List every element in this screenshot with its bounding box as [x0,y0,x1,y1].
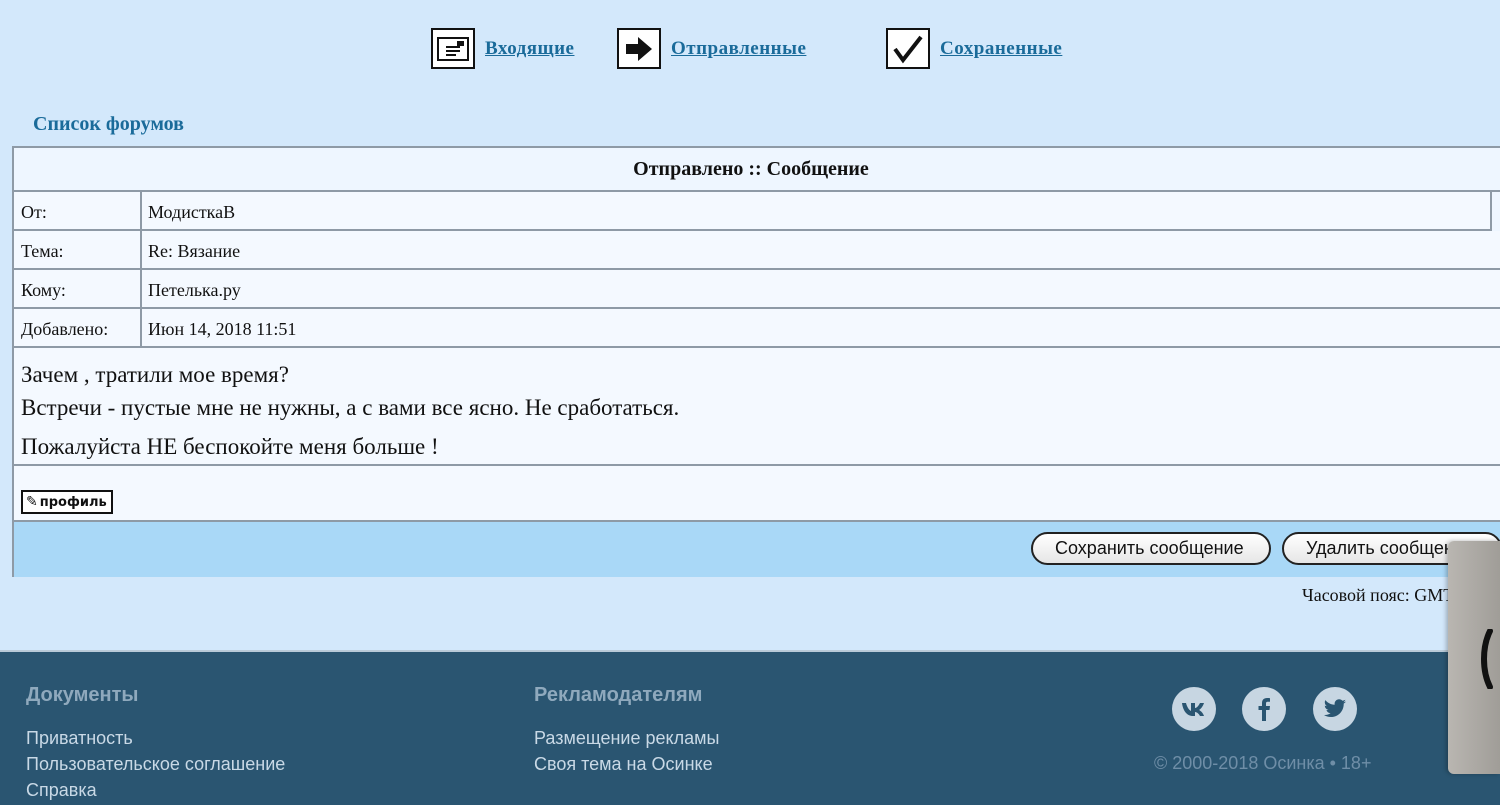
date-value: Июн 14, 2018 11:51 [148,319,297,339]
facebook-icon[interactable] [1242,687,1286,731]
nav-saved[interactable]: Сохраненные [886,28,1062,69]
nav-inbox[interactable]: Входящие [431,28,574,69]
site-footer: Документы Приватность Пользовательское с… [0,652,1500,805]
field-label: Тема: [14,231,142,268]
field-label: Добавлено: [14,309,142,346]
footer-advertisers: Рекламодателям Размещение рекламы Своя т… [534,684,719,777]
field-row-to: Кому: Петелька.ру [14,270,1500,309]
field-label: От: [14,192,142,229]
vk-icon[interactable] [1172,687,1216,731]
user-agreement-link[interactable]: Пользовательское соглашение [26,751,285,777]
message-line: Встречи - пустые мне не нужны, а с вами … [21,395,680,420]
sender-name: МодисткаВ [148,202,236,222]
field-row-date: Добавлено: Июн 14, 2018 11:51 [14,309,1500,348]
subject-value: Re: Вязание [148,241,241,261]
footer-heading: Документы [26,684,139,706]
message-header: Отправлено :: Сообщение [14,148,1500,192]
side-panel-handle[interactable] [1448,541,1500,774]
message-line: Пожалуйста НЕ беспокойте меня больше ! [21,434,439,459]
folder-navigation: Входящие Отправленные Сохраненные [0,28,1500,70]
action-bar: Сохранить сообщение Удалить сообщение [14,522,1500,577]
timezone-text: Часовой пояс: GMT [1302,585,1455,605]
help-link[interactable]: Справка [26,777,285,803]
chevron-left-icon [1481,629,1493,689]
nav-sent[interactable]: Отправленные [617,28,806,69]
own-topic-link[interactable]: Своя тема на Осинке [534,751,719,777]
field-row-from: От: МодисткаВ [14,192,1492,231]
checkmark-icon[interactable] [886,28,930,69]
profile-button[interactable]: ✎ профиль [21,490,113,514]
message-panel: Отправлено :: Сообщение От: МодисткаВ Те… [12,146,1500,577]
twitter-icon[interactable] [1313,687,1357,731]
forum-list-link[interactable]: Список форумов [33,113,184,136]
privacy-link[interactable]: Приватность [26,725,285,751]
message-body: Зачем , тратили мое время? Встречи - пус… [14,348,1500,466]
ad-placement-link[interactable]: Размещение рекламы [534,725,719,751]
save-message-button[interactable]: Сохранить сообщение [1031,532,1271,565]
nav-inbox-link[interactable]: Входящие [485,38,574,60]
field-row-subject: Тема: Re: Вязание [14,231,1500,270]
copyright-text: © 2000-2018 Осинка • 18+ [1154,753,1372,773]
footer-heading: Рекламодателям [534,684,703,706]
message-line: Зачем , тратили мое время? [21,362,289,387]
profile-icon: ✎ [26,494,38,510]
nav-saved-link[interactable]: Сохраненные [940,38,1062,60]
footer-documents: Документы Приватность Пользовательское с… [26,684,285,803]
profile-button-label: профиль [39,494,107,510]
inbox-envelope-icon[interactable] [431,28,475,69]
profile-row: ✎ профиль [14,466,1500,522]
recipient-value: Петелька.ру [148,280,241,300]
field-label: Кому: [14,270,142,307]
arrow-right-icon[interactable] [617,28,661,69]
nav-sent-link[interactable]: Отправленные [671,38,806,60]
